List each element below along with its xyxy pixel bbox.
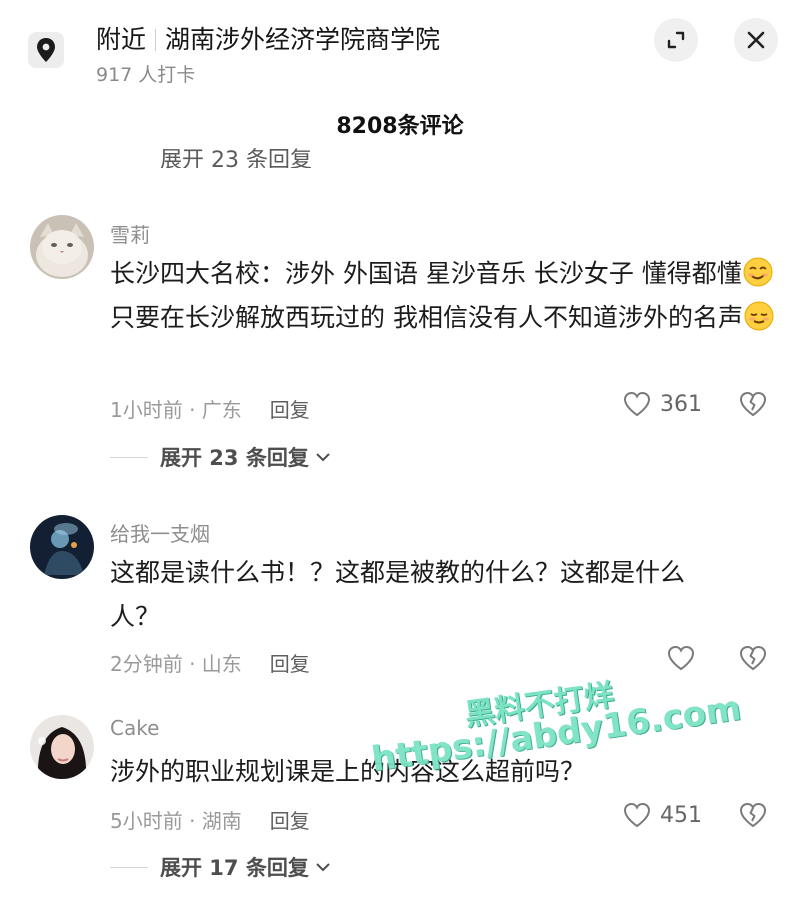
divider xyxy=(155,29,157,51)
reply-button[interactable]: 回复 xyxy=(270,398,310,422)
dislike-button[interactable] xyxy=(738,801,768,833)
previous-expand-replies[interactable]: 展开 23 条回复 xyxy=(160,146,460,168)
broken-heart-icon xyxy=(739,391,767,417)
chevron-down-icon xyxy=(316,863,330,872)
reply-button[interactable]: 回复 xyxy=(270,652,310,676)
comment-text: 这都是读什么书！？这都是被教的什么？这都是什么人？ xyxy=(110,558,686,631)
username[interactable]: 雪莉 xyxy=(110,219,150,248)
time-location: 2分钟前 · 山东 xyxy=(110,652,242,676)
broken-heart-icon xyxy=(739,802,767,828)
expand-replies-text: 展开 17 条回复 xyxy=(160,856,309,880)
location-pin-icon xyxy=(28,32,64,68)
like-count: 451 xyxy=(660,802,702,828)
close-icon xyxy=(747,31,765,49)
like-count: 361 xyxy=(660,391,702,417)
comment-item: 雪莉 长沙四大名校：涉外 外国语 星沙音乐 长沙女子 懂得都懂 只要在长沙解放西… xyxy=(0,212,800,472)
divider xyxy=(110,456,148,458)
place-name: 湖南涉外经济学院商学院 xyxy=(165,25,441,54)
expand-icon xyxy=(667,31,685,49)
chevron-down-icon xyxy=(316,453,330,462)
like-button[interactable] xyxy=(666,644,696,672)
avatar[interactable] xyxy=(30,215,94,279)
comment-text: 长沙四大名校：涉外 外国语 星沙音乐 长沙女子 懂得都懂 只要在长沙解放西玩过的… xyxy=(110,252,780,340)
expand-button[interactable] xyxy=(654,18,698,62)
divider xyxy=(110,866,148,868)
comment-meta: 5小时前 · 湖南 回复 xyxy=(110,805,310,834)
time-location: 1小时前 · 广东 xyxy=(110,398,242,422)
relieved-emoji-icon xyxy=(743,300,775,332)
previous-expand-text: 展开 23 条回复 xyxy=(160,148,312,168)
expand-replies-button[interactable]: 展开 23 条回复 xyxy=(110,442,332,472)
avatar[interactable] xyxy=(30,715,94,779)
watermark: 黑料不打烊 https://abdy16.com xyxy=(369,678,750,790)
like-button[interactable]: 451 xyxy=(622,801,702,829)
comment-meta: 2分钟前 · 山东 回复 xyxy=(110,648,310,677)
reply-button[interactable]: 回复 xyxy=(270,809,310,833)
username[interactable]: Cake xyxy=(110,716,159,740)
dislike-button[interactable] xyxy=(738,644,768,676)
heart-icon xyxy=(623,802,651,828)
dislike-button[interactable] xyxy=(738,390,768,422)
heart-icon xyxy=(623,391,651,417)
username[interactable]: 给我一支烟 xyxy=(110,518,210,547)
nearby-label: 附近 xyxy=(96,25,147,54)
heart-icon xyxy=(667,645,695,671)
comment-count-title: 8208条评论 xyxy=(336,114,464,139)
location-title[interactable]: 附近 湖南涉外经济学院商学院 xyxy=(96,20,440,56)
expand-replies-button[interactable]: 展开 17 条回复 xyxy=(110,852,332,882)
checkin-count: 917 人打卡 xyxy=(96,64,196,86)
avatar[interactable] xyxy=(30,515,94,579)
location-header: 附近 湖南涉外经济学院商学院 917 人打卡 xyxy=(0,0,800,100)
time-location: 5小时前 · 湖南 xyxy=(110,809,242,833)
like-button[interactable]: 361 xyxy=(622,390,702,418)
comment-item: 给我一支烟 这都是读什么书！？这都是被教的什么？这都是什么人？ 2分钟前 · 山… xyxy=(0,512,800,682)
smirk-emoji-icon xyxy=(742,256,774,288)
expand-replies-text: 展开 23 条回复 xyxy=(160,446,309,470)
broken-heart-icon xyxy=(739,645,767,671)
close-button[interactable] xyxy=(734,18,778,62)
comment-meta: 1小时前 · 广东 回复 xyxy=(110,394,310,423)
